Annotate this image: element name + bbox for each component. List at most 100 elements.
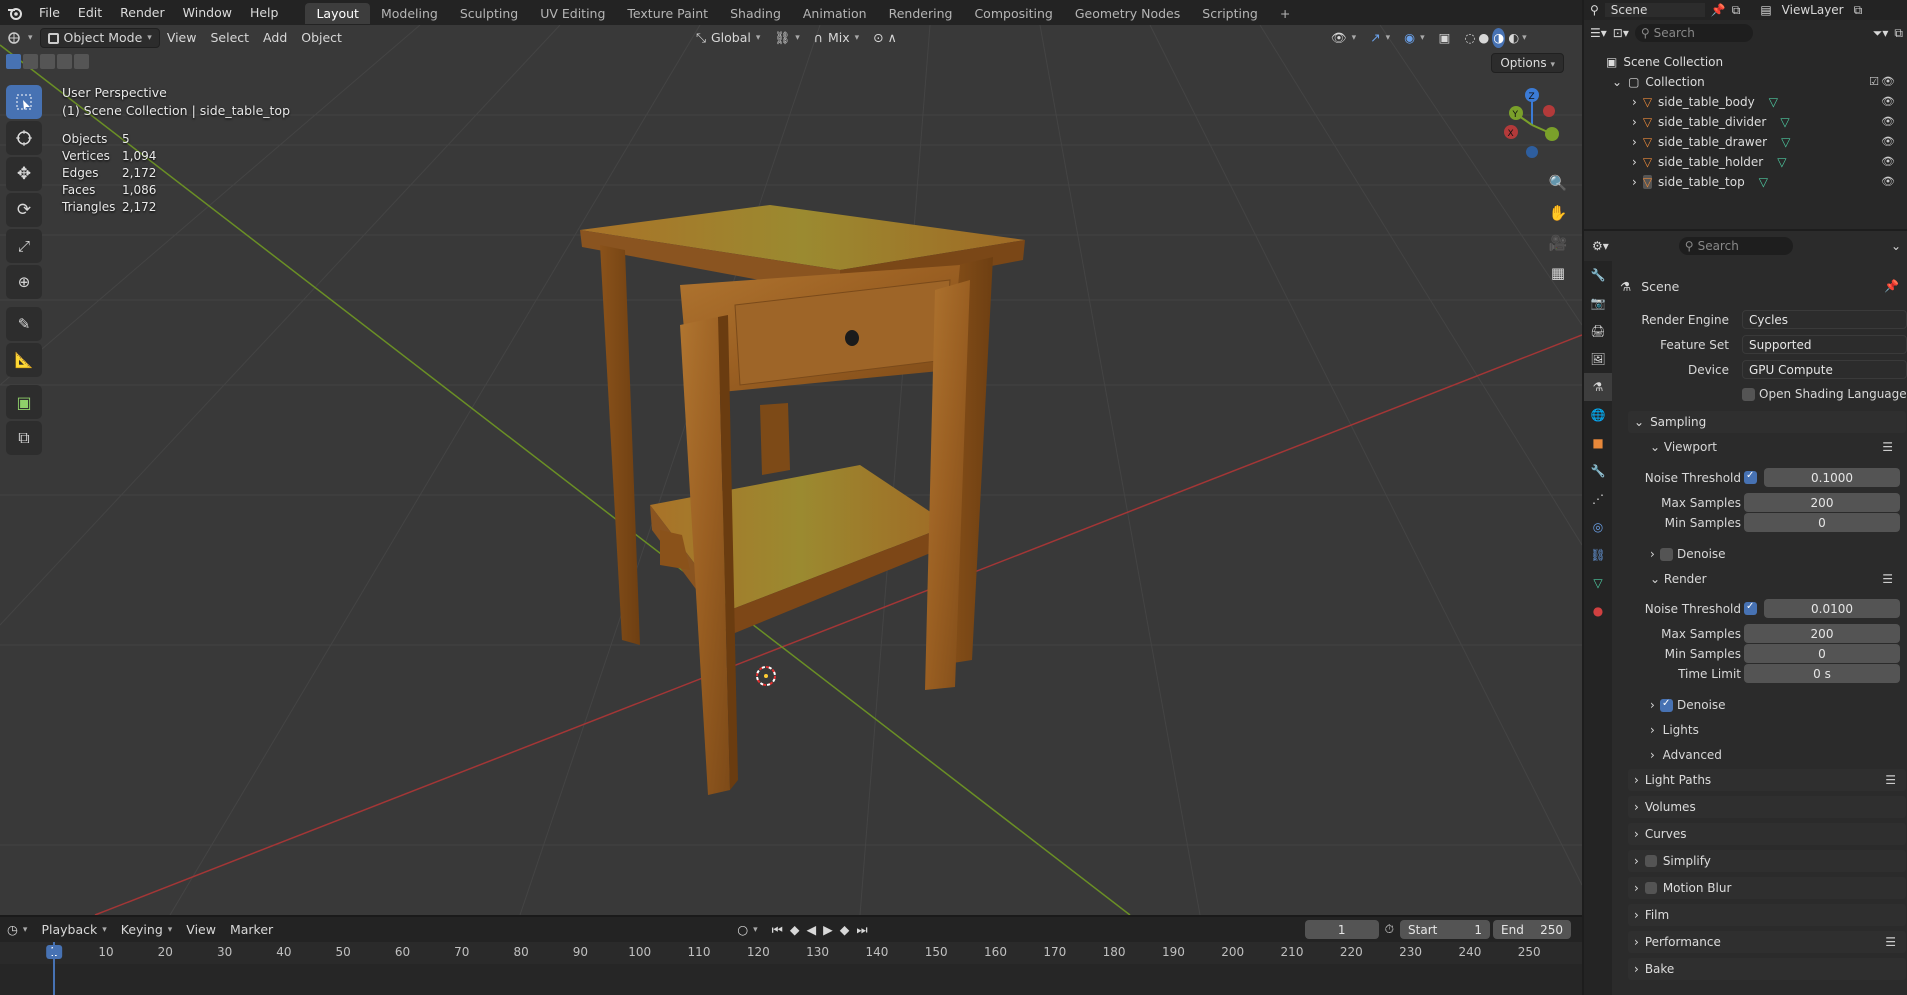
tab-shading[interactable]: Shading [719,3,792,24]
menu-window[interactable]: Window [174,0,241,25]
wireframe-shading-icon[interactable]: ◌ [1464,28,1475,48]
neg-y-icon[interactable] [1545,127,1559,141]
simplify-panel[interactable]: › Simplify [1628,850,1906,872]
tool-tab-icon[interactable]: 🔧 [1584,261,1612,289]
filter-icon[interactable]: ⏷▾ [1873,26,1889,41]
transform-tool[interactable]: ⊕ [6,265,42,299]
mesh-data-icon[interactable]: ▽ [1781,135,1790,149]
outliner-search[interactable]: ⚲ Search [1634,24,1753,42]
rendered-shading-icon[interactable]: ◐ [1508,28,1519,48]
r-min-samples-field[interactable]: 0 [1744,644,1900,663]
scale-tool[interactable]: ⤢ [6,229,42,263]
chevron-right-icon[interactable]: › [1632,175,1637,189]
tab-uv-editing[interactable]: UV Editing [529,3,616,24]
r-noise-field[interactable]: 0.0100 [1764,599,1900,618]
mesh-data-icon[interactable]: ▽ [1780,115,1789,129]
eye-icon[interactable]: 👁 [1881,115,1895,128]
select-new-icon[interactable] [6,54,21,69]
scene-tab-icon[interactable]: ⚗ [1584,373,1612,401]
output-tab-icon[interactable]: 🖨 [1584,317,1612,345]
next-keyframe-icon[interactable]: ◆ [840,920,850,940]
chevron-right-icon[interactable]: › [1632,115,1637,129]
blender-logo-icon[interactable] [0,0,30,25]
tab-layout[interactable]: Layout [305,3,370,24]
tree-row-collection[interactable]: ⌄ ▢ Collection ☑ 👁 [1584,72,1907,92]
tab-animation[interactable]: Animation [792,3,878,24]
render-subpanel[interactable]: ⌄ Render [1650,572,1707,586]
scene-icon[interactable]: ⚲ [1590,3,1599,17]
tab-geometry-nodes[interactable]: Geometry Nodes [1064,3,1191,24]
eye-icon[interactable]: 👁 [1881,175,1895,188]
keying-menu[interactable]: Keying ▾ [114,920,180,940]
stopwatch-icon[interactable]: ⏱ [1385,922,1394,937]
select-intersect-icon[interactable] [74,54,89,69]
light-paths-panel[interactable]: › Light Paths ☰ [1628,769,1906,791]
mesh-data-icon[interactable]: ▽ [1759,175,1768,189]
material-shading-icon[interactable]: ◑ [1492,28,1506,48]
gizmo-toggle[interactable]: ↗ ▾ [1363,28,1397,48]
3d-viewport[interactable]: ▾ Object Mode ▾ View Select Add Object ⤡… [0,25,1582,915]
noise-threshold-checkbox[interactable]: ✓ [1744,470,1757,484]
camera-view-icon[interactable]: 🎥 [1544,229,1572,257]
r-max-samples-field[interactable]: 200 [1744,624,1900,643]
view-layer-tab-icon[interactable]: 🖼 [1584,345,1612,373]
zoom-icon[interactable]: 🔍 [1544,169,1572,197]
feature-set-dropdown[interactable]: Supported [1742,335,1907,354]
timeline-editor-type[interactable]: ◷ ▾ [0,920,34,940]
frame-ruler[interactable]: 1102030405060708090100110120130140150160… [0,942,1582,964]
eye-icon[interactable]: 👁 [1881,135,1895,148]
viewport-subpanel[interactable]: ⌄ Viewport [1650,440,1717,454]
start-frame-field[interactable]: Start 1 [1400,920,1491,939]
playback-menu[interactable]: Playback ▾ [34,920,113,940]
menu-view[interactable]: View [160,28,204,48]
select-subtract-icon[interactable] [40,54,55,69]
timeline-view-menu[interactable]: View [179,920,223,940]
data-tab-icon[interactable]: ▽ [1584,569,1612,597]
presets-list-icon[interactable]: ☰ [1882,440,1893,454]
performance-panel[interactable]: › Performance ☰ [1628,931,1906,953]
menu-object[interactable]: Object [294,28,349,48]
viewlayer-name[interactable]: ViewLayer [1778,3,1848,17]
sampling-panel[interactable]: ⌄ Sampling [1628,411,1906,433]
film-panel[interactable]: › Film [1628,904,1906,926]
pin-icon[interactable]: 📌 [1711,3,1726,17]
render-engine-dropdown[interactable]: Cycles [1742,310,1907,329]
outliner-editor-icon[interactable]: ☰▾ [1590,26,1607,40]
display-mode-icon[interactable]: ⊡▾ [1613,26,1629,40]
simplify-checkbox[interactable] [1644,855,1657,867]
menu-render[interactable]: Render [111,0,174,25]
chevron-right-icon[interactable]: › [1632,155,1637,169]
overlays-toggle[interactable]: ◉ ▾ [1397,28,1431,48]
current-frame-field[interactable]: 1 [1304,920,1379,939]
copy-layer-icon[interactable]: ⧉ [1854,3,1863,18]
render-tab-icon[interactable]: 📷 [1584,289,1612,317]
tab-modeling[interactable]: Modeling [370,3,449,24]
volumes-panel[interactable]: › Volumes [1628,796,1906,818]
device-dropdown[interactable]: GPU Compute [1742,360,1907,379]
r-denoise-subpanel[interactable]: › [1650,698,1655,712]
xray-toggle[interactable]: ▣ [1432,28,1458,48]
navigation-gizmo[interactable]: Z Y X [1492,85,1572,165]
proportional-falloff-button[interactable]: ⊙ ∧ [866,28,904,48]
menu-edit[interactable]: Edit [69,0,111,25]
solid-shading-icon[interactable]: ● [1478,28,1489,48]
r-denoise-checkbox[interactable]: ✓ [1660,698,1673,712]
motion-blur-panel[interactable]: › Motion Blur [1628,877,1906,899]
tab-rendering[interactable]: Rendering [878,3,964,24]
cursor-tool[interactable] [6,121,42,155]
r-noise-checkbox[interactable]: ✓ [1744,601,1757,615]
tab-texture-paint[interactable]: Texture Paint [616,3,719,24]
auto-keying-toggle[interactable]: ○ ▾ [730,920,764,940]
add-cube-tool[interactable]: ▣ [6,385,42,419]
menu-add[interactable]: Add [256,28,294,48]
bake-panel[interactable]: › Bake [1628,958,1906,980]
checkbox-icon[interactable]: ☑ [1869,75,1879,88]
chevron-right-icon[interactable]: › [1632,95,1637,109]
mesh-data-icon[interactable]: ▽ [1777,155,1786,169]
layers-icon[interactable]: ▤ [1760,3,1771,17]
menu-select[interactable]: Select [203,28,256,48]
add-workspace-button[interactable]: + [1269,3,1301,24]
shading-modes[interactable]: ◌ ● ◑ ◐ ▾ [1457,28,1533,48]
pin-icon[interactable]: 📌 [1884,279,1899,293]
end-frame-field[interactable]: End 250 [1493,920,1572,939]
